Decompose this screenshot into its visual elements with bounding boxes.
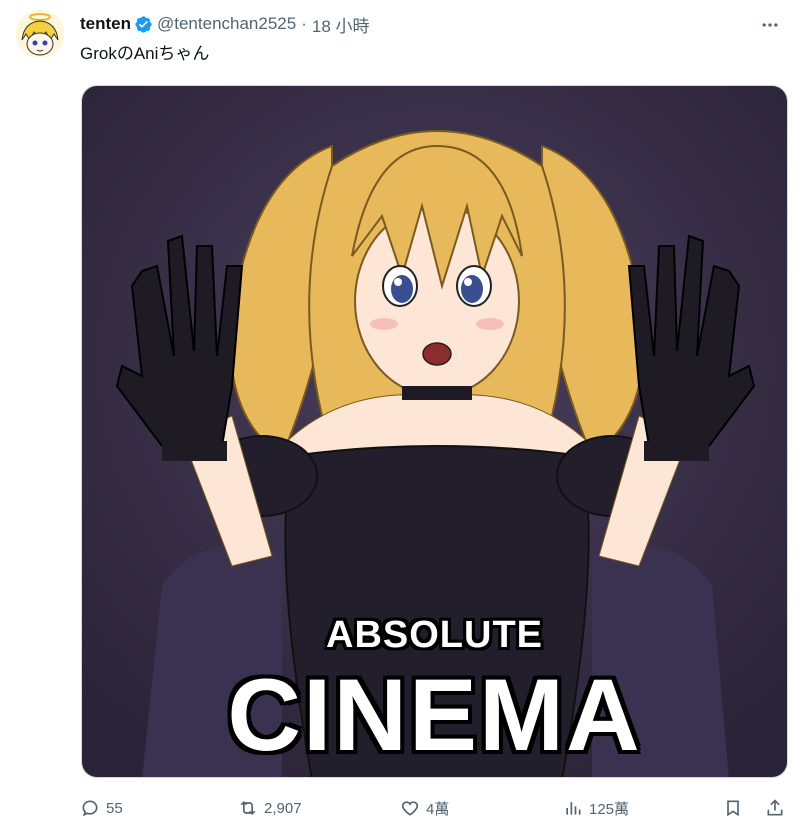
bookmark-button[interactable]	[723, 795, 749, 821]
bookmark-icon	[727, 800, 739, 817]
views-button[interactable]: 125萬	[563, 795, 629, 821]
timestamp[interactable]: 18 小時	[312, 12, 370, 37]
avatar-image	[16, 10, 64, 58]
action-bar: 55 2,907 4萬 125萬	[80, 795, 790, 821]
comment-icon	[82, 800, 98, 817]
tweet-text: GrokのAniちゃん	[80, 44, 210, 63]
heart-icon	[401, 801, 419, 816]
user-handle[interactable]: @tentenchan2525	[157, 14, 296, 34]
repost-button[interactable]: 2,907	[238, 795, 302, 821]
share-button[interactable]	[765, 795, 791, 821]
separator-dot: ·	[301, 14, 307, 33]
tweet-header: tenten @tentenchan2525 · 18 小時	[80, 12, 370, 36]
share-icon	[767, 799, 783, 816]
more-icon[interactable]	[757, 12, 783, 38]
views-count: 125萬	[589, 800, 630, 818]
like-button[interactable]: 4萬	[400, 795, 449, 821]
reply-button[interactable]: 55	[80, 795, 123, 821]
reply-count: 55	[106, 799, 123, 817]
analytics-icon	[566, 802, 581, 815]
avatar[interactable]	[16, 10, 64, 58]
repost-icon	[240, 800, 256, 816]
display-name[interactable]: tenten	[80, 14, 131, 34]
repost-count: 2,907	[264, 799, 302, 817]
like-count: 4萬	[426, 800, 450, 818]
caption-cinema: CINEMA	[227, 658, 642, 772]
verified-badge-icon	[134, 15, 153, 34]
tweet-media[interactable]: ABSOLUTE CINEMA	[81, 85, 788, 778]
caption-absolute: ABSOLUTE	[326, 614, 543, 656]
